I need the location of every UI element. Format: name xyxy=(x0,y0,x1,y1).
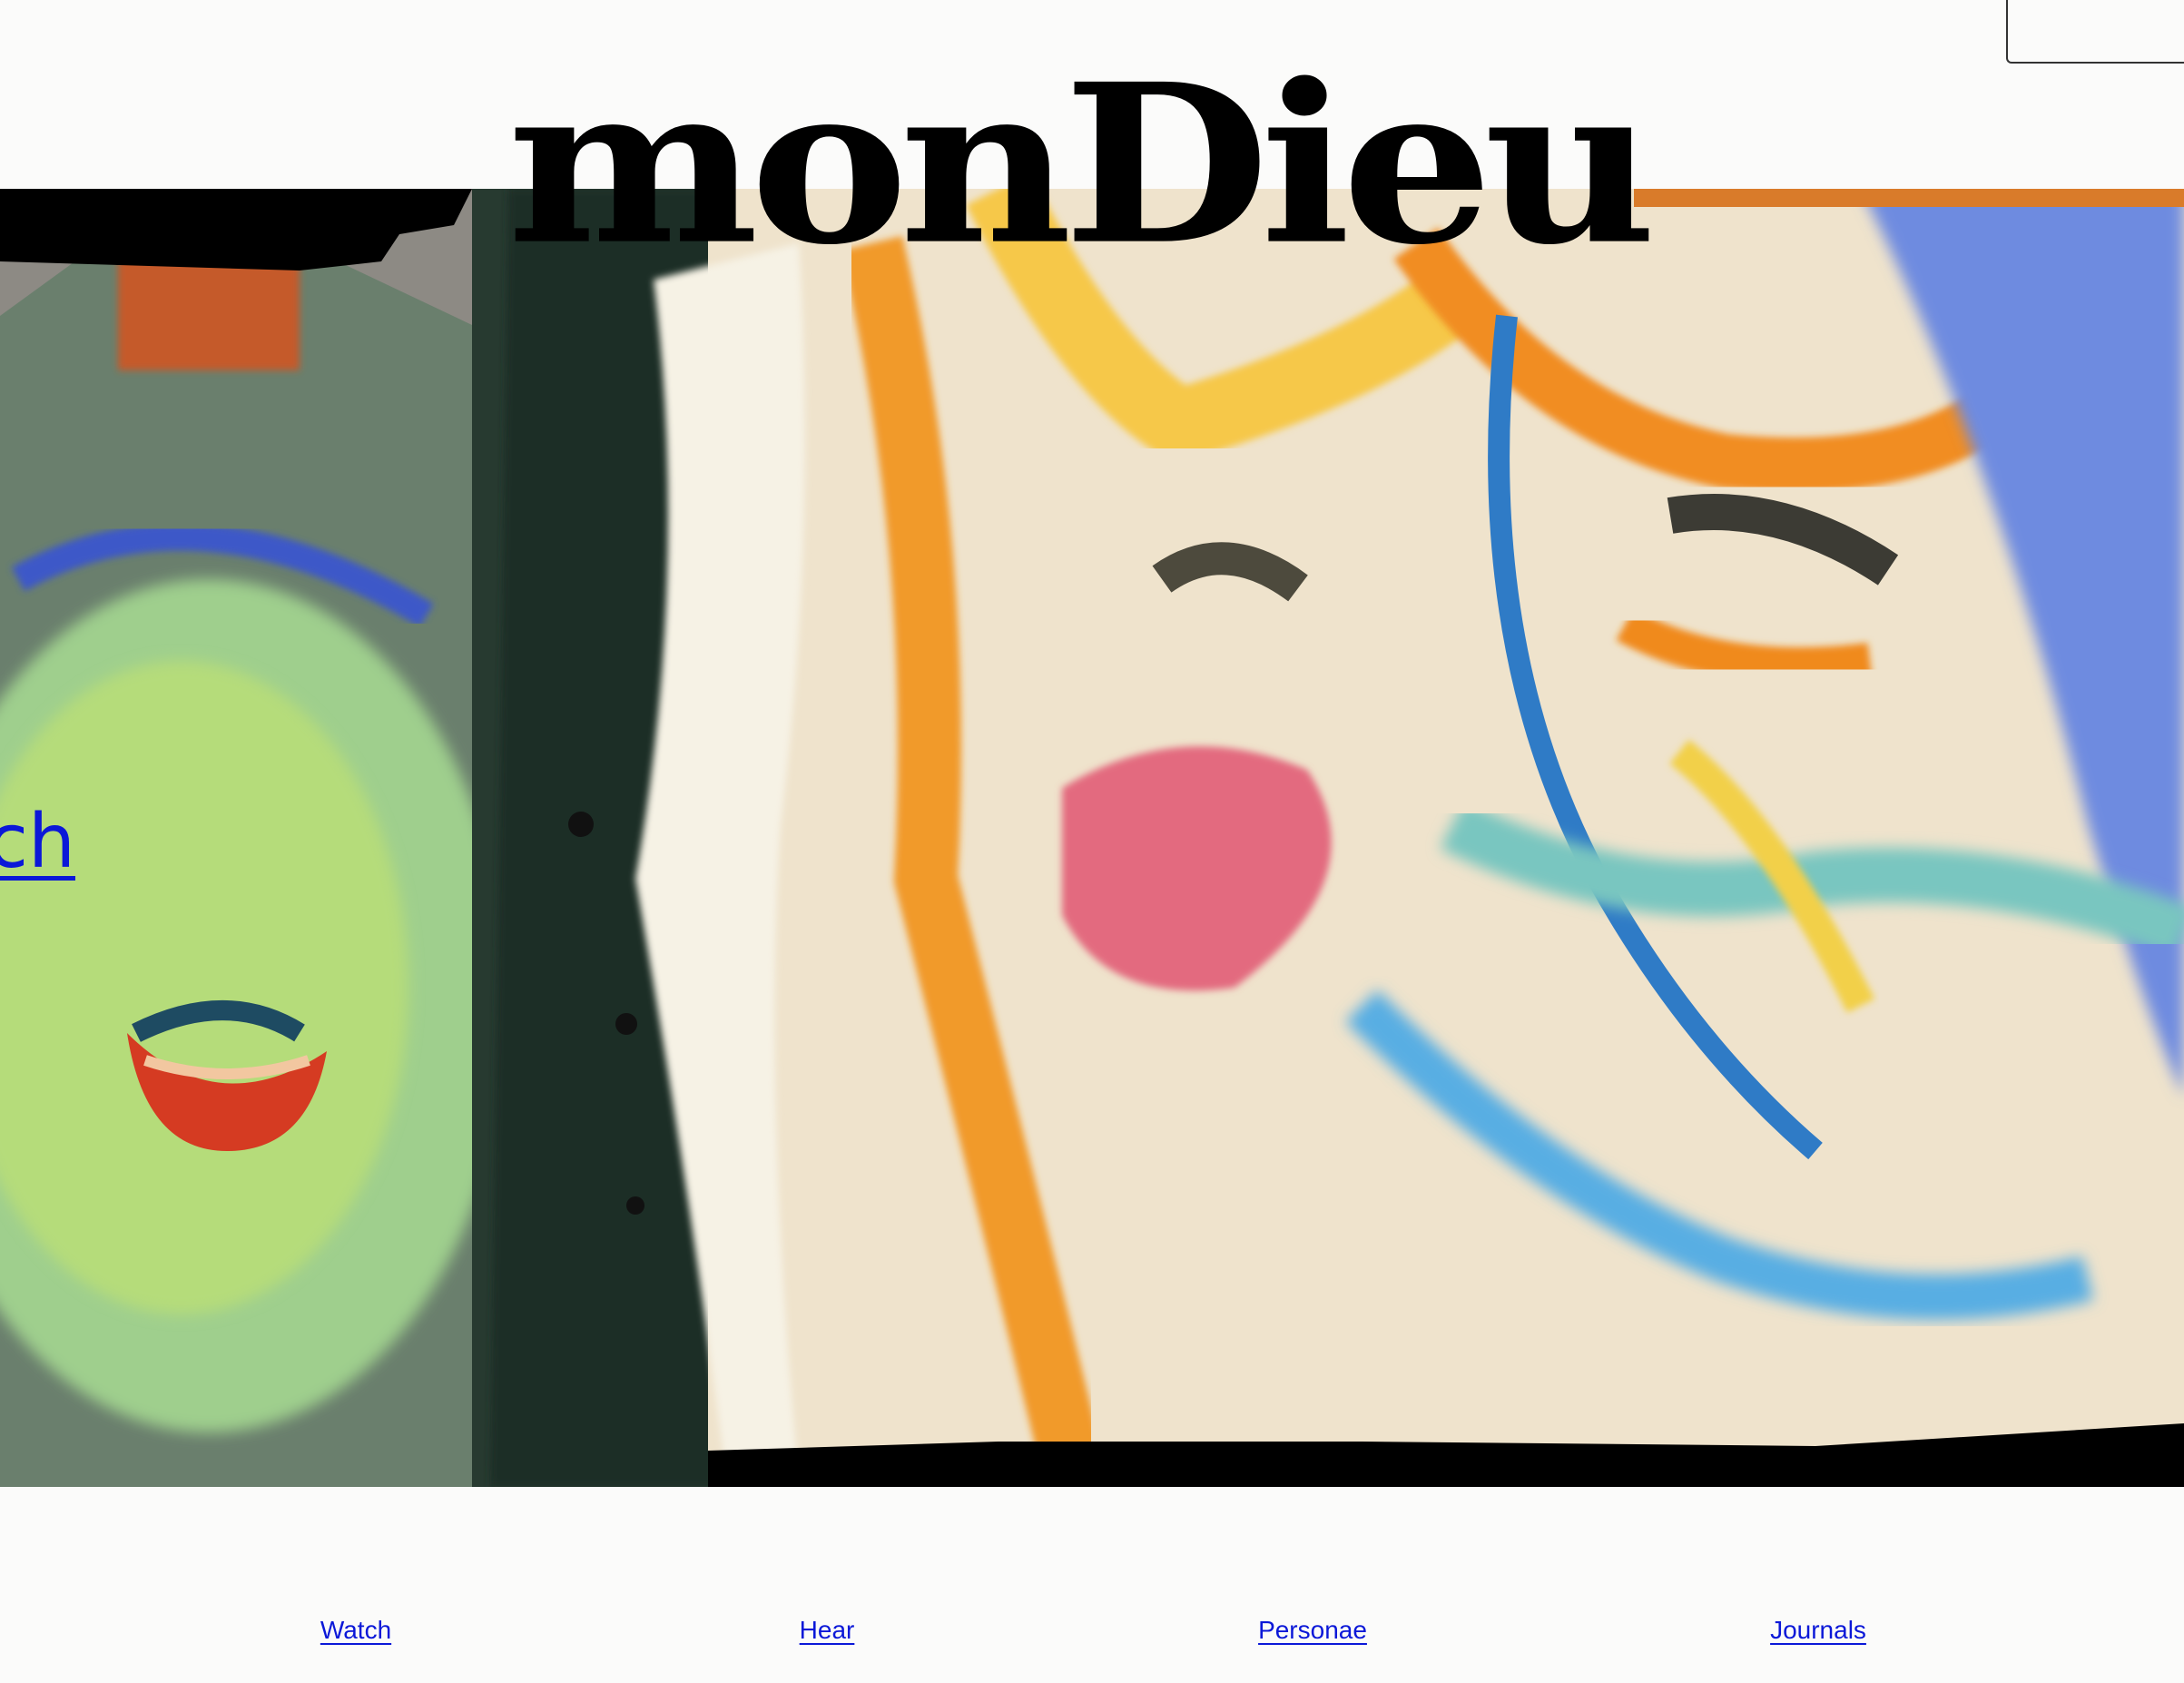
banner-overlay-link[interactable]: unch xyxy=(0,799,75,885)
logo-text: monDieu xyxy=(507,35,1657,293)
nav-link-personae[interactable]: Personae xyxy=(1258,1616,1367,1645)
site-logo[interactable]: monDieu xyxy=(0,45,2184,283)
page: monDieu unch Watch Hear Personae Journal… xyxy=(0,0,2184,1683)
nav-link-watch[interactable]: Watch xyxy=(320,1616,391,1645)
nav-link-hear[interactable]: Hear xyxy=(800,1616,855,1645)
painting-banner-image xyxy=(0,189,2184,1487)
footer-nav: Watch Hear Personae Journals xyxy=(0,1616,2184,1652)
nav-link-journals[interactable]: Journals xyxy=(1770,1616,1866,1645)
